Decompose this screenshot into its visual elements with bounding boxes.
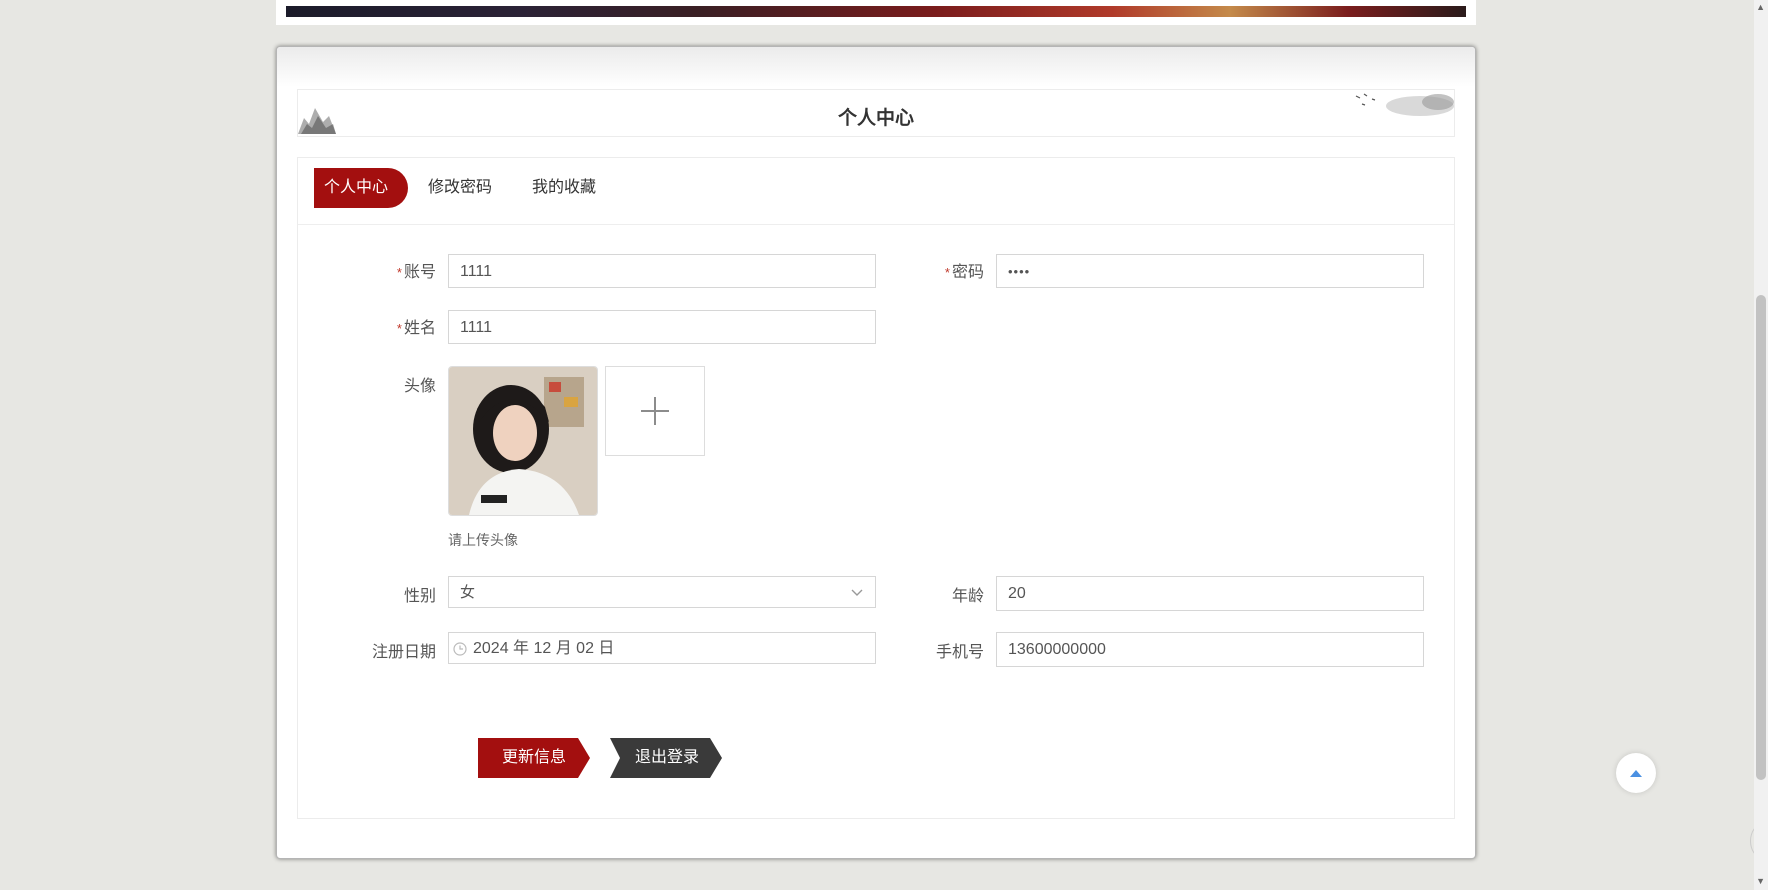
phone-label: 手机号 xyxy=(935,644,984,661)
scroll-thumb[interactable] xyxy=(1756,295,1766,780)
name-input[interactable]: 1111 xyxy=(448,310,876,344)
required-mark: * xyxy=(396,321,402,336)
age-input[interactable]: 20 xyxy=(996,576,1424,611)
phone-input[interactable]: 13600000000 xyxy=(996,632,1424,667)
caret-up-icon xyxy=(1630,770,1642,777)
scrollbar[interactable]: ▲ ▼ xyxy=(1754,0,1768,890)
required-mark: * xyxy=(944,265,950,280)
tab-profile[interactable]: 个人中心 xyxy=(314,168,409,208)
panel-header-gradient xyxy=(277,47,1475,87)
plus-icon xyxy=(641,397,669,425)
password-label: * 密码 xyxy=(908,258,984,282)
account-label: * 账号 xyxy=(360,258,436,282)
chevron-down-icon xyxy=(851,589,863,596)
banner-image xyxy=(286,6,1466,17)
upload-hint: 请上传头像 xyxy=(448,532,518,548)
required-mark: * xyxy=(396,265,402,280)
back-to-top-button[interactable] xyxy=(1616,753,1656,793)
update-button[interactable]: 更新信息 xyxy=(478,738,590,778)
title-bar: 个人中心 xyxy=(297,89,1455,137)
register-date-value: 2024 年 12 月 02 日 xyxy=(473,640,615,657)
account-label-text: 账号 xyxy=(403,264,436,281)
tab-bar: 个人中心 修改密码 我的收藏 xyxy=(298,158,1454,225)
scroll-up-icon[interactable]: ▲ xyxy=(1756,2,1765,12)
tab-favorites[interactable]: 我的收藏 xyxy=(532,168,596,208)
password-label-text: 密码 xyxy=(951,264,984,281)
avatar-image[interactable] xyxy=(448,366,598,516)
page-title: 个人中心 xyxy=(837,108,914,129)
name-label-text: 姓名 xyxy=(403,320,436,337)
top-banner xyxy=(276,0,1476,25)
clock-icon xyxy=(453,642,467,656)
age-label: 年龄 xyxy=(951,588,984,605)
gender-select[interactable]: 女 xyxy=(448,576,876,608)
avatar-label: 头像 xyxy=(403,378,436,395)
logout-button[interactable]: 退出登录 xyxy=(610,738,722,778)
account-input[interactable]: 1111 xyxy=(448,254,876,288)
name-label: * 姓名 xyxy=(360,314,436,338)
register-date-label: 注册日期 xyxy=(371,644,436,661)
ink-cloud-icon xyxy=(1355,93,1454,116)
gender-label: 性别 xyxy=(403,588,436,605)
tab-change-password[interactable]: 修改密码 xyxy=(428,168,492,208)
scroll-down-icon[interactable]: ▼ xyxy=(1756,876,1765,886)
password-input[interactable]: •••• xyxy=(996,254,1424,288)
register-date-input[interactable]: 2024 年 12 月 02 日 xyxy=(448,632,876,664)
upload-button[interactable] xyxy=(605,366,705,456)
gender-value: 女 xyxy=(460,584,476,601)
